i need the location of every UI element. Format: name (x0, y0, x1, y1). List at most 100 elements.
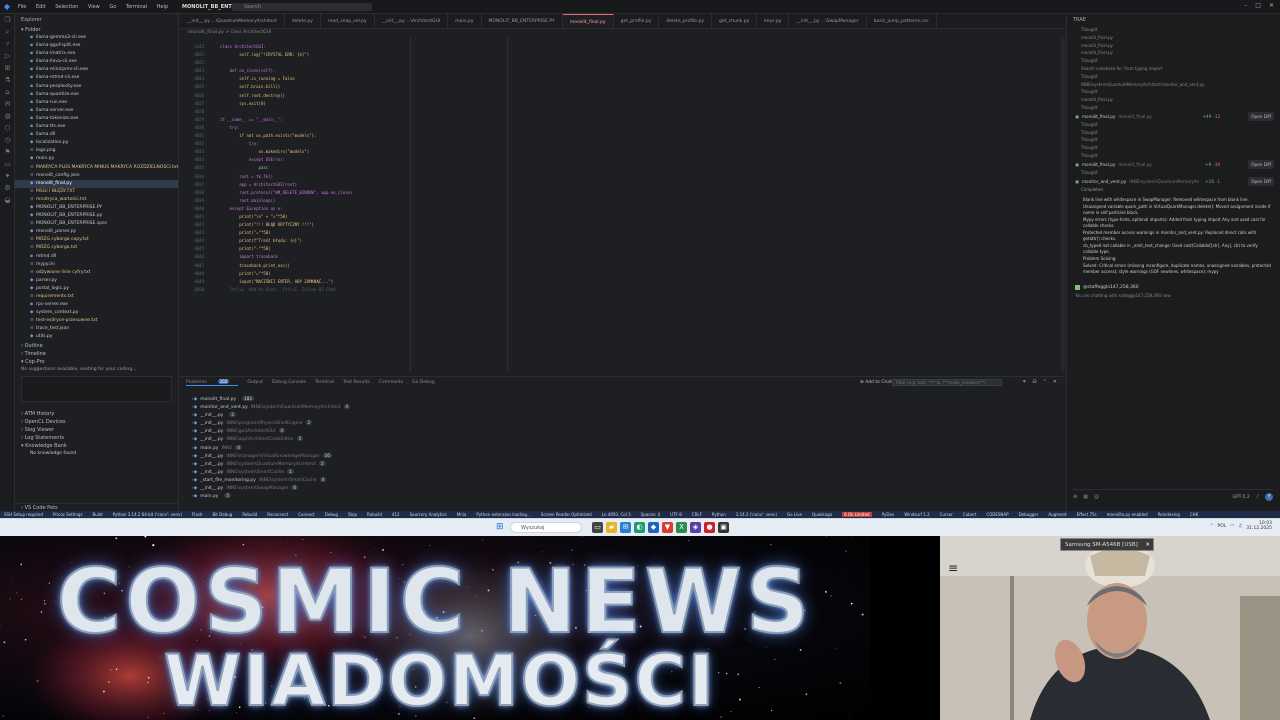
tab-main[interactable]: main.py (448, 14, 482, 28)
taskbar-search[interactable]: Wyszukaj (510, 522, 582, 533)
file-tree-item[interactable]: ◆ main.py (15, 155, 178, 163)
tab-keys[interactable]: keys.py (757, 14, 790, 28)
file-tree-item[interactable]: ▪ llama-run.exe (15, 99, 178, 107)
tab-init-swap[interactable]: __init__.py ...\SwapManager (789, 14, 867, 28)
python-icon[interactable]: ⚙ (0, 182, 15, 194)
chat-step[interactable]: Thought (1067, 26, 1280, 34)
chat-step[interactable]: Thought (1067, 169, 1280, 177)
chat-file-edit[interactable]: ▣ monolit_final.py monolit_final.py +49-… (1067, 111, 1280, 121)
tab-test-results[interactable]: Test Results (343, 380, 370, 385)
code-line[interactable]: os.makedirs("models") (220, 148, 352, 156)
chat-icon[interactable]: ✉ (0, 98, 15, 110)
tab-init-quantum[interactable]: __init__.py ...\QuantumMemoryArchitect (180, 14, 285, 28)
problem-file-row[interactable]: ›◆ __init__.py INNE\system\SmartCache 1 (180, 468, 1065, 477)
obs-icon[interactable]: ● (704, 522, 715, 533)
mail-icon[interactable]: ✉ (620, 522, 631, 533)
chat-step[interactable]: Thought (1067, 121, 1280, 129)
chat-step[interactable]: Search codebase for 'from typing import' (1067, 65, 1280, 73)
task-view-icon[interactable]: ▭ (592, 522, 603, 533)
windows-start-icon[interactable]: ⊞ (496, 523, 505, 532)
model-selector[interactable]: GPT-5.2 (1232, 495, 1249, 500)
problem-file-row[interactable]: ›◆ _start_file_monitoring.py INNE\system\S… (180, 476, 1065, 485)
status-item[interactable]: Quokkaga (812, 512, 832, 517)
file-tree-item[interactable]: ◆ monolit_final.py (15, 179, 178, 188)
volume-icon[interactable]: ♫ (1238, 524, 1242, 529)
file-tree-item[interactable]: ▪ llama.dll (15, 131, 178, 139)
file-tree-item[interactable]: ≡ test-esdryce-przesuwne.txt (15, 317, 178, 325)
chat-step[interactable]: INNE\system\QuantumMemoryArchitect\monit… (1067, 81, 1280, 89)
file-tree-item[interactable]: ▪ llama-gemma3-cli.exe (15, 34, 178, 42)
chat-step[interactable]: monolit_final.py (1067, 42, 1280, 50)
editor-scrollbar[interactable] (1061, 37, 1065, 372)
file-tree-item[interactable]: ◆ localization.py (15, 139, 178, 147)
status-item[interactable]: CODESNAP (986, 512, 1008, 517)
tab-comments[interactable]: Comments (379, 380, 403, 385)
file-tree-item[interactable]: ▪ llama-gguf-split.exe (15, 42, 178, 50)
vscode-icon[interactable]: ◆ (648, 522, 659, 533)
code-line[interactable]: if not os.path.exists("models"): (220, 132, 352, 140)
status-item[interactable]: Screen Reader Optimized (541, 512, 592, 517)
chat-step[interactable]: Thought (1067, 152, 1280, 160)
chat-step[interactable]: monolit_final.py (1067, 34, 1280, 42)
file-tree-item[interactable]: ▪ mtmd.dll (15, 253, 178, 261)
explorer-icon[interactable]: ❐ (0, 14, 15, 26)
file-tree-item[interactable]: ≡ logo.png (15, 147, 178, 155)
file-tree-item[interactable]: ◆ system_context.py (15, 309, 178, 317)
file-tree-item[interactable]: ≡ MAKRYCA PLUS MAKRYCA MINUS MAKRYCA ROZD… (15, 164, 178, 172)
maximize-icon[interactable]: □ (1255, 2, 1261, 9)
chat-step[interactable]: monolit_final.py (1067, 49, 1280, 57)
status-item[interactable]: Python extension loading... (476, 512, 530, 517)
source-control-icon[interactable]: ⑂ (0, 38, 15, 50)
tab-output[interactable]: Output (247, 380, 263, 385)
problem-file-row[interactable]: ›◆ __init__.py INNE\system\QuantumMemoryAr… (180, 460, 1065, 469)
code-line[interactable]: def on_close(self): (220, 67, 352, 75)
tray-arrow-icon[interactable]: ⌃ (1210, 524, 1214, 529)
status-item[interactable]: Rebuild (367, 512, 382, 517)
code-line[interactable]: self.root.destroy() (220, 92, 352, 100)
code-line[interactable] (220, 59, 352, 67)
problem-file-row[interactable]: ›◆ monolit_final.py 183 (180, 396, 1065, 404)
code-line[interactable]: self.is_running = False (220, 75, 352, 83)
file-tree-item[interactable]: ≡ MONOLIT_BB_ENTERPRISE.spec (15, 220, 178, 228)
status-item[interactable]: Cubert (963, 512, 977, 517)
file-tree-item[interactable]: ≡ MÓZG cyborga copy.txt (15, 236, 178, 244)
filter-icon[interactable]: ⏷ (1022, 379, 1026, 385)
outline-section[interactable]: › Outline (15, 342, 178, 350)
file-tree-item[interactable]: ≡ requirements.txt (15, 293, 178, 301)
chat-file-edit[interactable]: ▣ monolit_final.py monolit_final.py +9 -3… (1067, 159, 1280, 169)
tab-monolit-enterprise[interactable]: MONOLIT_BB_ENTERPRISE.PY (482, 14, 563, 28)
breadcrumb[interactable]: monolit_final.py > class ArchitectGUI (180, 29, 1065, 37)
file-tree-item[interactable]: ≡ MÓZG cyborga.txt (15, 244, 178, 252)
search-icon[interactable]: ⌕ (0, 26, 15, 38)
chat-step[interactable]: Thought (1067, 136, 1280, 144)
excel-icon[interactable]: X (676, 522, 687, 533)
command-search[interactable]: Search (232, 3, 372, 11)
code-line[interactable]: input("NACIŚNIJ ENTER, ABY ZAMKNĄĆ...") (220, 278, 352, 286)
problem-file-row[interactable]: ›◆ __init__.py INNE\app\ArchitectCodeEdito… (180, 436, 1065, 444)
code-line[interactable]: Ctrl+L Add to Chat, Ctrl+I Inline AI Cha… (220, 286, 352, 294)
chat-step[interactable]: Thought (1067, 129, 1280, 137)
status-item[interactable]: monolito.py enabled (1107, 512, 1148, 517)
status-item[interactable]: Reconnect (267, 512, 288, 517)
problem-file-row[interactable]: ›◆ monitor_and_vent.py INNE\system\Quantum… (180, 404, 1065, 412)
file-tree-item[interactable]: ◆ monolit_parser.py (15, 228, 178, 236)
timeline-icon[interactable]: ◷ (0, 134, 15, 146)
atm-history-section[interactable]: › ATM History (15, 410, 178, 418)
menu-edit[interactable]: Edit (36, 4, 46, 10)
status-item[interactable]: Augment (1048, 512, 1066, 517)
open-diff-button[interactable]: Open Diff (1248, 176, 1274, 186)
code-line[interactable]: try: (220, 124, 352, 132)
code-line[interactable]: import traceback (220, 253, 352, 261)
file-tree-item[interactable]: ▪ llama-server.exe (15, 107, 178, 115)
status-item[interactable]: Effect 75s (1077, 512, 1097, 517)
status-item[interactable]: Cursor (940, 512, 953, 517)
tab-get-chunk[interactable]: get_chunk.py (712, 14, 758, 28)
status-item[interactable]: Stop (348, 512, 357, 517)
status-item[interactable]: Spaces: 4 (641, 512, 660, 517)
database-icon[interactable]: ◍ (0, 110, 15, 122)
chat-file-edit[interactable]: ▣ monitor_and_vent.py INNE\system\Quantu… (1067, 176, 1280, 186)
copilot-section[interactable]: ▾ Cop-Pro (15, 358, 178, 366)
add-to-chat-button[interactable]: ⊕ Add to Chat (860, 380, 892, 385)
status-item[interactable]: Debug (325, 512, 338, 517)
file-tree-item[interactable]: ≡ mnatryca_wartości.txt (15, 196, 178, 204)
